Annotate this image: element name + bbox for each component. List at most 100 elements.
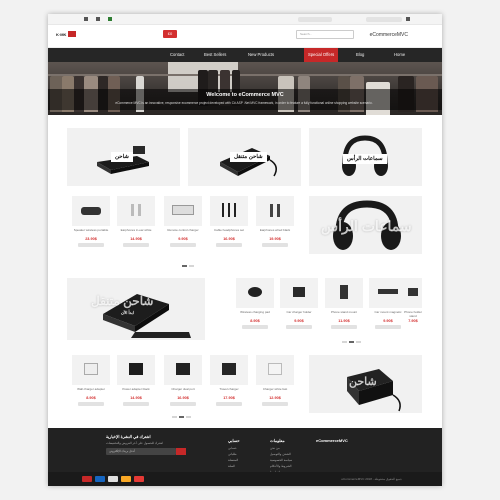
footer-link[interactable]: السلة [228, 464, 235, 468]
footer-link[interactable]: الشحن والتوصيل [270, 452, 291, 456]
product-price: 19.90$ [269, 237, 281, 241]
hero-title: Welcome to eCommerce MVC [206, 92, 284, 98]
product-price: 16.90$ [177, 396, 189, 400]
featured-label: شاحن [111, 152, 133, 162]
newsletter-submit-button[interactable] [176, 448, 186, 455]
discover-icon [121, 476, 131, 482]
featured-card-portable-charger[interactable]: شاحن متنقل [188, 128, 301, 186]
promo-card-portable-charger[interactable]: شاحن متنقل ابدأ الآن [67, 278, 205, 340]
product-name[interactable]: Charger white fast [256, 387, 294, 392]
logo[interactable]: K·MK [56, 32, 66, 37]
add-to-cart-button[interactable] [286, 325, 312, 329]
add-to-cart-button[interactable] [262, 243, 288, 247]
footer-link[interactable]: من نحن [270, 446, 280, 450]
product-price: 7.90$ [408, 319, 418, 323]
product-price: 9.90$ [178, 237, 188, 241]
add-to-cart-button[interactable] [242, 325, 268, 329]
product-name[interactable]: Power adapter black [117, 387, 155, 392]
add-to-cart-button[interactable] [331, 325, 357, 329]
featured-card-headphones[interactable]: سماعات الرأس [309, 128, 422, 186]
footer-link[interactable]: طلباتي [228, 452, 237, 456]
language-icon[interactable] [96, 17, 100, 21]
login-link[interactable] [366, 17, 402, 22]
copyright: eCommerceMVC 2018 - جميع الحقوق محفوظة [341, 477, 402, 481]
promo-title: سماعات الرأس [321, 218, 412, 234]
header: K·MK £0 Search... eCommerceMVC [48, 25, 442, 48]
top-bar [48, 14, 442, 25]
nav-contact[interactable]: Contact [170, 48, 184, 62]
add-to-cart-button[interactable] [78, 402, 104, 406]
hero-description: eCommerce MVC is an innovative, responsi… [115, 101, 373, 105]
footer-brand: eCommerceMVC [316, 438, 348, 443]
user-icon[interactable] [84, 17, 88, 21]
product-name[interactable]: Wireless charging pad [236, 310, 274, 315]
nav-new-products[interactable]: New Products [248, 48, 274, 62]
add-to-cart-button[interactable] [262, 402, 288, 406]
add-to-cart-button[interactable] [123, 402, 149, 406]
product-name[interactable]: Speaker wireless portable [72, 228, 110, 233]
product-name[interactable]: Car charger holder [280, 310, 318, 315]
add-to-cart-button[interactable] [375, 325, 401, 329]
nav-blog[interactable]: Blog [356, 48, 364, 62]
carousel-dots[interactable] [172, 416, 193, 419]
product-name[interactable]: Earphones wired black [256, 228, 294, 233]
account-link[interactable] [298, 17, 332, 22]
carousel-dots[interactable] [342, 341, 363, 344]
product-price: 23.90$ [85, 237, 97, 241]
product-name[interactable]: Wall charger adapter [72, 387, 110, 392]
promo-title: شاحن [349, 376, 377, 388]
product-price: 8.90$ [250, 319, 260, 323]
add-to-cart-button[interactable] [216, 402, 242, 406]
product-name[interactable]: Car mount magnetic [369, 310, 407, 315]
featured-label: سماعات الرأس [343, 154, 387, 164]
promo-subtitle: ابدأ الآن [121, 310, 134, 315]
newsletter-email-input[interactable]: أدخل بريدك الإلكتروني [106, 448, 176, 455]
promo-card-charger[interactable]: شاحن [309, 355, 422, 413]
main-nav: Special Offers New Products Best Sellers… [48, 48, 442, 62]
promo-card-headphones[interactable]: سماعات الرأس [309, 196, 422, 254]
flag-icon[interactable] [108, 17, 112, 21]
add-to-cart-button[interactable] [170, 402, 196, 406]
wireless-charger-promo-image [103, 294, 191, 338]
phone-icon [406, 17, 410, 21]
mastercard-icon [82, 476, 92, 482]
site-title[interactable]: eCommerceMVC [370, 32, 408, 38]
add-to-cart-button[interactable] [78, 243, 104, 247]
featured-card-charger[interactable]: شاحن [67, 128, 180, 186]
carousel-dots[interactable] [182, 265, 196, 268]
visa-icon [95, 476, 105, 482]
product-price: 16.90$ [223, 237, 235, 241]
footer-info-title: معلومات [270, 438, 285, 443]
product-name[interactable]: Earphones in-ear white [117, 228, 155, 233]
footer-bottom: eCommerceMVC 2018 - جميع الحقوق محفوظة [48, 472, 442, 486]
add-to-cart-button[interactable] [216, 243, 242, 247]
product-name[interactable]: Charger dual port [164, 387, 202, 392]
product-price: 14.90$ [130, 396, 142, 400]
newsletter-title: اشترك في النشرة الإخبارية [106, 434, 151, 439]
footer-link[interactable]: المفضلة [228, 458, 238, 462]
product-name[interactable]: Phone holder stand [404, 310, 422, 318]
search-input[interactable]: Search... [296, 30, 354, 39]
logo-mark-icon[interactable] [68, 31, 76, 37]
page: K·MK £0 Search... eCommerceMVC Special O… [48, 14, 442, 486]
product-price: 12.90$ [269, 396, 281, 400]
product-price: 9.90$ [294, 319, 304, 323]
nav-special-offers[interactable]: Special Offers [304, 48, 339, 62]
product-price: 8.90$ [86, 396, 96, 400]
hero-banner: Welcome to eCommerce MVC eCommerce MVC i… [48, 62, 442, 115]
footer-link[interactable]: حسابي [228, 446, 237, 450]
nav-best-sellers[interactable]: Best Sellers [204, 48, 226, 62]
footer-account-title: حسابي [228, 438, 240, 443]
product-name[interactable]: Phone stand mount [325, 310, 363, 315]
product-name[interactable]: Cable headphones set [210, 228, 248, 233]
cart-button[interactable]: £0 [163, 30, 177, 38]
add-to-cart-button[interactable] [123, 243, 149, 247]
product-name[interactable]: Remote control charger [164, 228, 202, 233]
footer-link[interactable]: الشروط والأحكام [270, 464, 291, 468]
nav-home[interactable]: Home [394, 48, 405, 62]
product-name[interactable]: Travel charger [210, 387, 248, 392]
product-price: 14.90$ [130, 237, 142, 241]
add-to-cart-button[interactable] [170, 243, 196, 247]
amex-icon [108, 476, 118, 482]
footer-link[interactable]: سياسة الخصوصية [270, 458, 292, 462]
